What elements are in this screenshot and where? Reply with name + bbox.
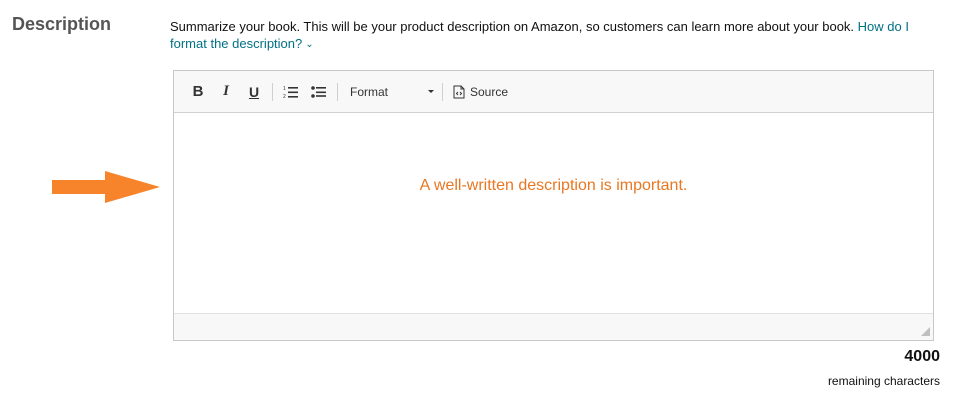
svg-text:1: 1 — [283, 86, 286, 92]
format-dropdown-label[interactable]: Format — [350, 85, 388, 99]
help-text: Summarize your book. This will be your p… — [170, 19, 855, 34]
bulleted-list-icon — [311, 85, 326, 98]
underline-button[interactable]: U — [242, 80, 266, 104]
bold-button[interactable]: B — [186, 80, 210, 104]
description-help-text: Summarize your book. This will be your p… — [170, 18, 940, 54]
remaining-characters-count: 4000 — [904, 348, 940, 365]
source-icon — [453, 85, 465, 98]
numbered-list-button[interactable]: 1 2 — [279, 80, 303, 104]
source-button[interactable]: Source — [453, 85, 508, 99]
toolbar-separator — [272, 82, 273, 101]
editor-content-area[interactable]: A well-written description is important. — [174, 113, 933, 313]
svg-text:2: 2 — [283, 94, 286, 99]
editor-toolbar: B I U 1 2 Format Source — [174, 71, 933, 113]
resize-grip-icon[interactable] — [921, 327, 930, 336]
toolbar-separator — [337, 82, 338, 101]
arrow-right-icon — [50, 170, 162, 209]
source-button-label[interactable]: Source — [470, 85, 508, 99]
italic-button[interactable]: I — [214, 80, 238, 104]
editor-content-text[interactable]: A well-written description is important. — [174, 177, 933, 195]
chevron-down-icon[interactable] — [428, 90, 434, 93]
description-editor: B I U 1 2 Format Source A well-written d… — [173, 70, 934, 341]
chevron-down-icon[interactable]: ⌄ — [305, 36, 313, 53]
remaining-characters-label: remaining characters — [827, 374, 940, 388]
editor-status-bar — [174, 313, 933, 340]
toolbar-separator — [442, 82, 443, 101]
bulleted-list-button[interactable] — [307, 80, 331, 104]
format-dropdown[interactable]: Format — [346, 80, 440, 104]
numbered-list-icon: 1 2 — [283, 86, 298, 99]
description-heading: Description — [12, 14, 112, 34]
